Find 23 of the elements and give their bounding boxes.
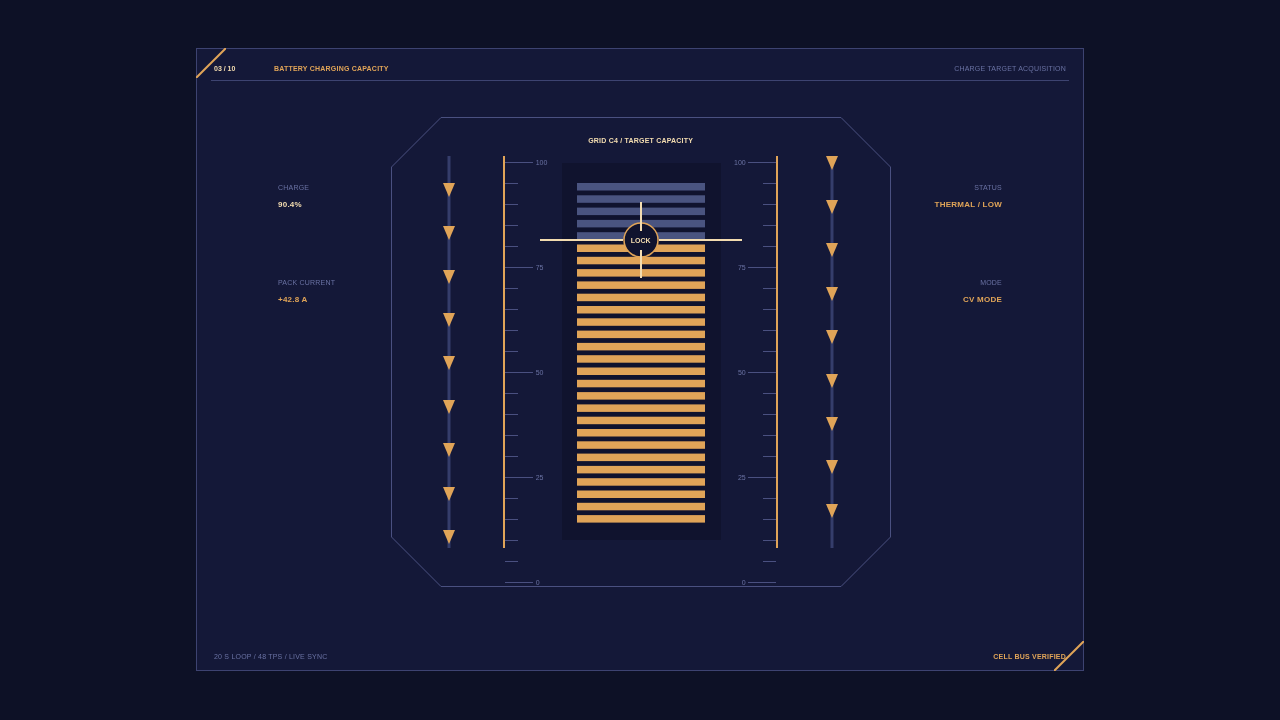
- triangle-marker: [825, 460, 838, 474]
- triangle-marker: [825, 287, 838, 301]
- triangle-marker: [825, 330, 838, 344]
- triangle-marker: [442, 443, 455, 457]
- triangle-marker: [442, 270, 455, 284]
- readout-value: THERMAL / LOW: [934, 200, 1002, 210]
- triangle-marker: [442, 487, 455, 501]
- readout-value: +42.8 A: [278, 295, 308, 305]
- triangle-marker: [442, 356, 455, 370]
- triangle-marker: [442, 400, 455, 414]
- triangle-marker: [442, 183, 455, 197]
- corner-accent: [196, 48, 226, 78]
- triangle-marker: [825, 156, 838, 170]
- triangle-marker: [825, 374, 838, 388]
- triangle-marker: [825, 504, 838, 518]
- triangle-marker: [825, 200, 838, 214]
- readout-value: CV MODE: [962, 295, 1002, 305]
- triangle-marker: [442, 313, 455, 327]
- triangle-marker: [442, 530, 455, 544]
- triangle-marker: [442, 226, 455, 240]
- triangle-marker: [825, 417, 838, 431]
- readout-value: 90.4%: [278, 200, 302, 210]
- triangle-marker: [825, 243, 838, 257]
